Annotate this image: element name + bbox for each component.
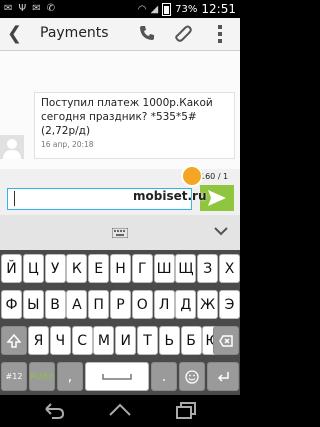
message-text: Поступил платеж 1000р.Какой сегодня праз… bbox=[41, 97, 213, 137]
key[interactable]: Е bbox=[88, 254, 110, 283]
text-cursor bbox=[14, 191, 15, 206]
key[interactable]: Т bbox=[137, 326, 158, 355]
keyboard-switch-icon[interactable] bbox=[112, 228, 128, 238]
status-bar: ✉ Ψ ✉ ✆ ◠ ◢ 73% 12:51 bbox=[0, 0, 240, 18]
back-icon[interactable]: ❮ bbox=[7, 23, 22, 44]
key[interactable]: Э bbox=[219, 290, 240, 319]
smiley-icon bbox=[185, 369, 199, 384]
shift-key[interactable] bbox=[1, 326, 27, 355]
key[interactable]: Л bbox=[153, 290, 175, 319]
message-timestamp: 16 апр, 20:18 bbox=[41, 140, 94, 149]
mail-icon: ✉ bbox=[32, 3, 41, 14]
navigation-bar bbox=[0, 395, 240, 427]
key[interactable]: Ш bbox=[153, 254, 175, 283]
symbols-key[interactable]: #12 bbox=[1, 362, 27, 391]
key[interactable]: Ь bbox=[158, 326, 180, 355]
recents-nav-icon[interactable] bbox=[174, 401, 198, 421]
period-key[interactable]: . bbox=[151, 362, 177, 391]
key[interactable]: С bbox=[71, 326, 93, 355]
space-icon bbox=[102, 373, 132, 380]
key[interactable]: Х bbox=[219, 254, 240, 283]
home-nav-icon[interactable] bbox=[108, 401, 132, 421]
enter-key[interactable] bbox=[207, 362, 239, 391]
avatar[interactable] bbox=[0, 135, 24, 159]
keyboard-toolbar bbox=[0, 215, 240, 250]
key[interactable]: Ф bbox=[1, 290, 22, 319]
delete-key[interactable] bbox=[213, 326, 239, 355]
system-icons: ◠ ◢ 73% 12:51 bbox=[138, 2, 236, 16]
key[interactable]: Б bbox=[180, 326, 202, 355]
signal-icon: ◢ bbox=[150, 3, 159, 15]
call-icon[interactable] bbox=[137, 23, 157, 43]
battery-percent: 73% bbox=[175, 3, 198, 15]
key[interactable]: П bbox=[88, 290, 110, 319]
key[interactable]: Ж bbox=[197, 290, 219, 319]
contact-name: Payments bbox=[40, 25, 109, 41]
key[interactable]: З bbox=[197, 254, 219, 283]
shift-icon bbox=[7, 333, 21, 348]
overflow-menu-icon[interactable] bbox=[218, 25, 224, 43]
key[interactable]: М bbox=[93, 326, 115, 355]
language-key[interactable]: RU/En bbox=[29, 362, 55, 391]
key[interactable]: И bbox=[115, 326, 137, 355]
back-nav-icon[interactable] bbox=[42, 401, 66, 421]
key[interactable]: Р bbox=[110, 290, 131, 319]
key[interactable]: У bbox=[44, 254, 66, 283]
attach-icon[interactable] bbox=[173, 23, 193, 43]
usb-icon: Ψ bbox=[18, 3, 27, 14]
key[interactable]: Ц bbox=[22, 254, 44, 283]
person-icon bbox=[3, 139, 21, 159]
enter-icon bbox=[217, 371, 229, 382]
comma-key[interactable]: , bbox=[57, 362, 83, 391]
key[interactable]: Щ bbox=[175, 254, 197, 283]
key[interactable]: О bbox=[131, 290, 153, 319]
backspace-icon bbox=[219, 334, 233, 347]
watermark-logo-icon bbox=[181, 165, 203, 187]
key[interactable]: А bbox=[66, 290, 88, 319]
key[interactable]: В bbox=[44, 290, 66, 319]
notification-icons: ✉ Ψ ✉ ✆ bbox=[4, 3, 55, 14]
space-key[interactable] bbox=[85, 362, 149, 391]
key[interactable]: Г bbox=[131, 254, 153, 283]
watermark-text: mobiset.ru bbox=[133, 189, 207, 203]
key[interactable]: Д bbox=[175, 290, 197, 319]
key[interactable]: Н bbox=[110, 254, 131, 283]
key[interactable]: Я bbox=[28, 326, 49, 355]
key[interactable]: Й bbox=[1, 254, 22, 283]
key[interactable]: К bbox=[66, 254, 88, 283]
missed-call-icon: ✆ bbox=[46, 3, 56, 14]
key[interactable]: Ы bbox=[22, 290, 44, 319]
action-bar: ❮ Payments bbox=[0, 18, 240, 51]
hide-keyboard-icon[interactable] bbox=[214, 224, 228, 238]
clock: 12:51 bbox=[201, 2, 236, 16]
conversation-area: Поступил платеж 1000р.Какой сегодня праз… bbox=[0, 51, 240, 169]
battery-icon bbox=[162, 2, 172, 16]
watermark: mobiset.ru bbox=[133, 165, 240, 210]
emoji-key[interactable] bbox=[179, 362, 205, 391]
keyboard: ЙЦУКЕНГШЩЗХФЫВАПРОЛДЖЭЯЧСМИТЬБЮ#12RU/En,… bbox=[0, 215, 240, 395]
key[interactable]: Ч bbox=[49, 326, 71, 355]
wifi-icon: ◠ bbox=[137, 3, 147, 15]
sms-icon: ✉ bbox=[4, 3, 13, 14]
message-bubble[interactable]: Поступил платеж 1000р.Какой сегодня праз… bbox=[34, 92, 235, 159]
